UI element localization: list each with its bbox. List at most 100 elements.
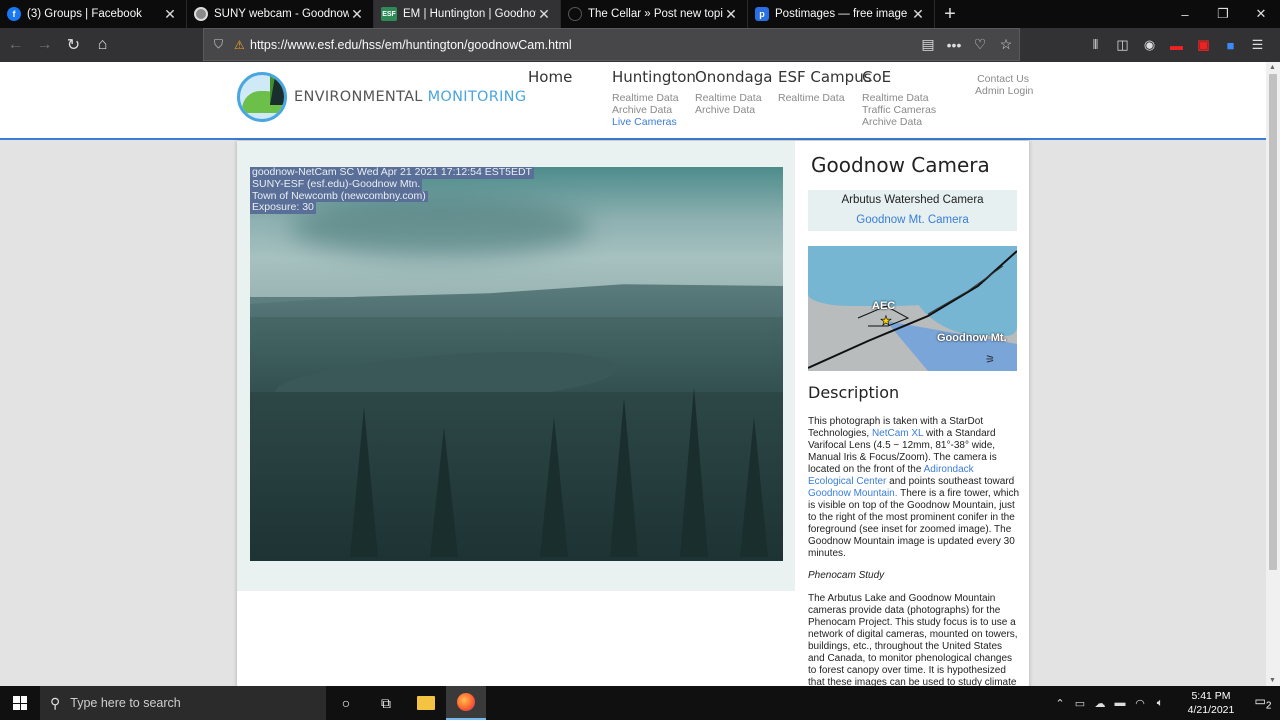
close-icon[interactable]: ✕ bbox=[723, 6, 739, 23]
scroll-up-icon[interactable]: ▲ bbox=[1269, 64, 1276, 71]
home-button[interactable]: ⌂ bbox=[89, 32, 116, 58]
address-bar[interactable]: ⛉ ⚠ https://www.esf.edu/hss/em/huntingto… bbox=[203, 28, 1020, 61]
cortana-icon[interactable]: ○ bbox=[326, 686, 366, 720]
admin-login-link[interactable]: Admin Login bbox=[975, 85, 1033, 97]
forward-button[interactable]: → bbox=[31, 32, 58, 58]
system-tray: ⌃ ▭ ☁ ▬ ◠ 🔈︎ 5:41 PM 4/21/2021 ▭2 bbox=[1050, 686, 1280, 720]
bookmark-star-icon[interactable]: ☆ bbox=[993, 36, 1019, 53]
webcam-image: goodnow-NetCam SC Wed Apr 21 2021 17:12:… bbox=[250, 167, 783, 561]
nav-link[interactable]: Realtime Data bbox=[695, 92, 772, 104]
nav-huntington: Huntington Realtime Data Archive Data Li… bbox=[612, 68, 696, 128]
tab-esf-goodnow[interactable]: ESF EM | Huntington | Goodnow Ca ✕ bbox=[374, 0, 561, 28]
content-area: goodnow-NetCam SC Wed Apr 21 2021 17:12:… bbox=[237, 141, 1029, 686]
extension-blue-icon[interactable]: ■ bbox=[1217, 38, 1244, 53]
taskbar-search[interactable]: ⚲ Type here to search bbox=[40, 686, 326, 720]
nav-home[interactable]: Home bbox=[528, 68, 572, 92]
minimize-button[interactable]: – bbox=[1166, 0, 1204, 28]
nav-heading[interactable]: ESF Campus bbox=[778, 68, 872, 86]
nav-link[interactable]: Realtime Data bbox=[862, 92, 936, 104]
nav-link[interactable]: Traffic Cameras bbox=[862, 104, 936, 116]
url-text[interactable]: https://www.esf.edu/hss/em/huntington/go… bbox=[250, 38, 915, 52]
nav-esf-campus: ESF Campus Realtime Data bbox=[778, 68, 872, 104]
overlay-line: SUNY-ESF (esf.edu)-Goodnow Mtn. bbox=[250, 177, 423, 191]
onedrive-icon[interactable]: ☁ bbox=[1090, 697, 1110, 710]
warning-lock-icon[interactable]: ⚠ bbox=[234, 38, 250, 52]
file-explorer-icon[interactable] bbox=[406, 686, 446, 720]
search-placeholder[interactable]: Type here to search bbox=[70, 696, 180, 710]
reload-button[interactable]: ↻ bbox=[60, 32, 87, 58]
tab-cellar[interactable]: The Cellar » Post new topic ✕ bbox=[561, 0, 748, 28]
extension-red-icon[interactable]: ▬ bbox=[1163, 38, 1190, 53]
nav-link[interactable]: Realtime Data bbox=[612, 92, 696, 104]
tab-facebook[interactable]: f (3) Groups | Facebook ✕ bbox=[0, 0, 187, 28]
goodnow-mountain-link[interactable]: Goodnow Mountain. bbox=[808, 488, 898, 499]
back-button[interactable]: ← bbox=[2, 32, 29, 58]
extension-calendar-icon[interactable]: ▣ bbox=[1190, 37, 1217, 53]
svg-text:⚞: ⚞ bbox=[985, 354, 995, 366]
tab-suny-webcam[interactable]: SUNY webcam - Goodnow Mo ✕ bbox=[187, 0, 374, 28]
nav-heading[interactable]: Huntington bbox=[612, 68, 696, 86]
goodnow-camera-link[interactable]: Goodnow Mt. Camera bbox=[808, 214, 1017, 226]
netcam-link[interactable]: NetCam XL bbox=[872, 428, 923, 439]
meet-now-icon[interactable]: ▭ bbox=[1070, 697, 1090, 710]
pocket-icon[interactable]: ♡ bbox=[967, 36, 993, 53]
site-header: ENVIRONMENTAL MONITORING Home Huntington… bbox=[0, 62, 1266, 140]
shield-icon[interactable]: ⛉ bbox=[214, 37, 234, 52]
page-actions-icon[interactable]: ••• bbox=[941, 37, 967, 53]
library-icon[interactable]: ⫴ bbox=[1082, 37, 1109, 53]
page-scrollbar[interactable]: ▲ ▼ bbox=[1266, 62, 1280, 686]
phenocam-heading: Phenocam Study bbox=[808, 570, 885, 581]
new-tab-button[interactable]: + bbox=[935, 0, 965, 28]
nav-link[interactable]: Archive Data bbox=[612, 104, 696, 116]
tab-postimages[interactable]: p Postimages — free image hosti ✕ bbox=[748, 0, 935, 28]
scroll-down-icon[interactable]: ▼ bbox=[1269, 677, 1276, 684]
account-icon[interactable]: ◉ bbox=[1136, 37, 1163, 53]
sidebar-icon[interactable]: ◫ bbox=[1109, 37, 1136, 53]
tab-title: (3) Groups | Facebook bbox=[27, 8, 142, 20]
menu-icon[interactable]: ☰ bbox=[1244, 37, 1271, 53]
tab-title: EM | Huntington | Goodnow Ca bbox=[403, 8, 536, 20]
arbutus-camera-link[interactable]: Arbutus Watershed Camera bbox=[808, 194, 1017, 206]
close-icon[interactable]: ✕ bbox=[536, 6, 552, 23]
nav-link[interactable]: Realtime Data bbox=[778, 92, 872, 104]
logo-text: ENVIRONMENTAL MONITORING bbox=[294, 89, 527, 105]
page-viewport: ENVIRONMENTAL MONITORING Home Huntington… bbox=[0, 62, 1266, 686]
wifi-icon[interactable]: ◠ bbox=[1130, 697, 1150, 710]
windows-taskbar: ⚲ Type here to search ○ ⧉ ⌃ ▭ ☁ ▬ ◠ 🔈︎ 5… bbox=[0, 686, 1280, 720]
reader-view-icon[interactable]: ▤ bbox=[915, 36, 941, 53]
nav-heading[interactable]: CoE bbox=[862, 68, 936, 86]
nav-heading[interactable]: Onondaga bbox=[695, 68, 772, 86]
cellar-icon bbox=[568, 7, 582, 21]
overlay-line: Exposure: 30 bbox=[250, 201, 316, 215]
system-clock[interactable]: 5:41 PM 4/21/2021 bbox=[1176, 689, 1246, 717]
close-window-button[interactable]: ✕ bbox=[1242, 0, 1280, 28]
postimages-icon: p bbox=[755, 7, 769, 21]
volume-icon[interactable]: 🔈︎ bbox=[1150, 697, 1170, 710]
close-icon[interactable]: ✕ bbox=[910, 6, 926, 23]
scrollbar-thumb[interactable] bbox=[1269, 74, 1277, 570]
facebook-icon: f bbox=[7, 7, 21, 21]
restore-button[interactable]: ❐ bbox=[1204, 0, 1242, 28]
nav-link[interactable]: Archive Data bbox=[862, 116, 936, 128]
tray-overflow-icon[interactable]: ⌃ bbox=[1050, 697, 1070, 710]
tab-title: The Cellar » Post new topic bbox=[588, 8, 723, 20]
contact-us-link[interactable]: Contact Us bbox=[975, 73, 1029, 85]
firefox-taskbar-icon[interactable] bbox=[446, 686, 486, 720]
clock-date: 4/21/2021 bbox=[1187, 704, 1235, 716]
close-icon[interactable]: ✕ bbox=[162, 6, 178, 23]
windows-logo-icon bbox=[13, 696, 27, 710]
webcam-panel: goodnow-NetCam SC Wed Apr 21 2021 17:12:… bbox=[237, 141, 795, 591]
nav-heading[interactable]: Home bbox=[528, 68, 572, 86]
tab-bar: f (3) Groups | Facebook ✕ SUNY webcam - … bbox=[0, 0, 1280, 28]
nav-link-active[interactable]: Live Cameras bbox=[612, 116, 696, 128]
navigation-toolbar: ← → ↻ ⌂ ⛉ ⚠ https://www.esf.edu/hss/em/h… bbox=[0, 28, 1280, 62]
task-view-icon[interactable]: ⧉ bbox=[366, 686, 406, 720]
phenocam-text: The Arbutus Lake and Goodnow Mountain ca… bbox=[808, 593, 1018, 686]
site-logo[interactable]: ENVIRONMENTAL MONITORING bbox=[237, 72, 526, 122]
notifications-icon[interactable]: ▭2 bbox=[1246, 694, 1280, 711]
battery-icon[interactable]: ▬ bbox=[1110, 697, 1130, 709]
nav-link[interactable]: Archive Data bbox=[695, 104, 772, 116]
close-icon[interactable]: ✕ bbox=[349, 6, 365, 23]
start-button[interactable] bbox=[0, 686, 40, 720]
search-icon: ⚲ bbox=[50, 694, 61, 711]
